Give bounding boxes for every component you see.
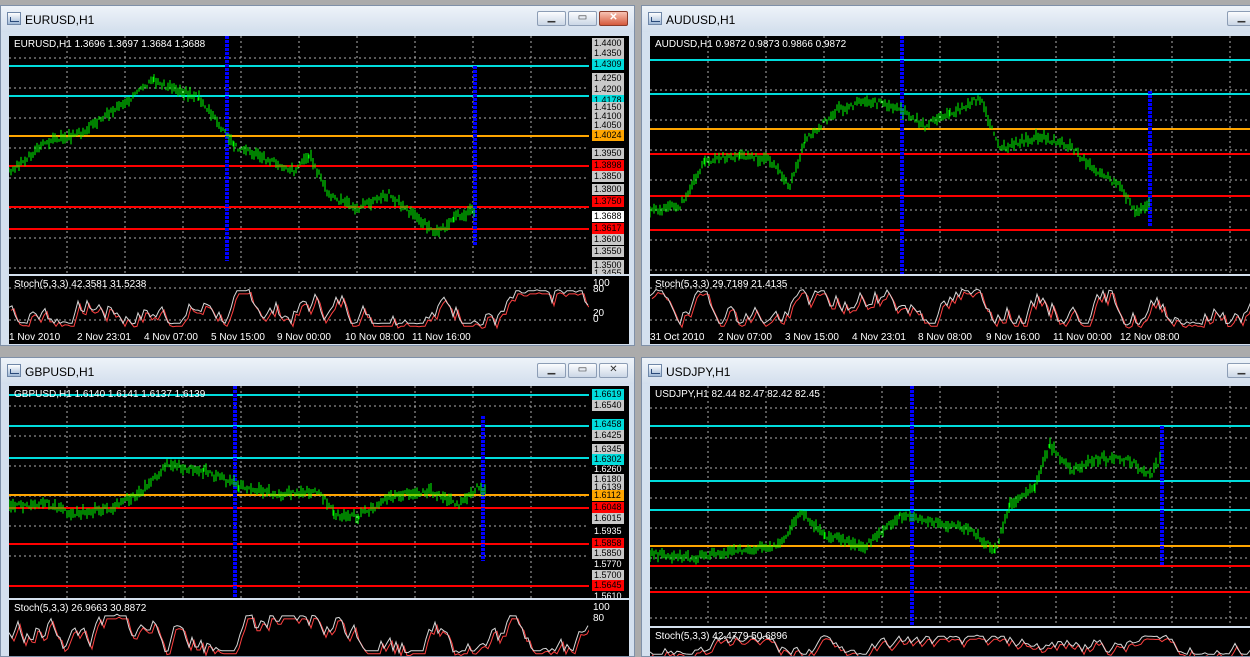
window-titlebar[interactable]: USDJPY,H1 ▁	[642, 358, 1250, 384]
price-level-label: 1.3950	[592, 148, 624, 159]
price-level-label: 1.4250	[592, 73, 624, 84]
time-label: 5 Nov 15:00	[211, 332, 265, 343]
time-axis: 31 Oct 2010 2 Nov 07:00 3 Nov 15:00 4 Nov 2…	[650, 330, 1250, 344]
time-label: 12 Nov 08:00	[1120, 332, 1180, 343]
time-label: 4 Nov 07:00	[144, 332, 198, 343]
price-level-label: 1.4024	[592, 130, 624, 141]
price-level-label: 1.6619	[592, 389, 624, 400]
minimize-button[interactable]: ▁	[1227, 363, 1250, 378]
window-titlebar[interactable]: EURUSD,H1 ▁ ▭ ✕	[1, 6, 634, 32]
time-label: 2 Nov 23:01	[77, 332, 131, 343]
stoch-signal-line	[10, 616, 589, 656]
chart-window-icon	[7, 12, 21, 25]
minimize-button[interactable]: ▁	[537, 11, 566, 26]
stoch-level-label: 0	[593, 314, 599, 325]
price-chart[interactable]: USDJPY,H1 82.44 82.47 82.42 82.45	[650, 386, 1250, 626]
chart-canvas	[9, 386, 589, 598]
chart-window-eurusd[interactable]: EURUSD,H1 ▁ ▭ ✕ EURUSD,H1 1.3696 1.3697 …	[0, 5, 635, 346]
window-title: USDJPY,H1	[666, 365, 731, 379]
quote-line: GBPUSD,H1 1.6140 1.6141 1.6137 1.6139	[14, 389, 206, 400]
close-button[interactable]: ✕	[599, 11, 628, 26]
indicator-line: Stoch(5,3,3) 42.3581 31.5238	[14, 279, 147, 290]
price-level-label: 1.6015	[592, 513, 624, 524]
time-label: 9 Nov 00:00	[277, 332, 331, 343]
indicator-line: Stoch(5,3,3) 42.4779 50.6896	[655, 631, 788, 642]
window-titlebar[interactable]: AUDUSD,H1 ▁	[642, 6, 1250, 32]
stochastic-panel[interactable]: Stoch(5,3,3) 29.7189 21.4135	[650, 276, 1250, 330]
stochastic-scale: 100 80	[589, 600, 629, 656]
time-label: 1 Nov 2010	[9, 332, 61, 343]
stoch-level-label: 80	[593, 613, 605, 624]
time-label: 9 Nov 16:00	[986, 332, 1040, 343]
price-chart[interactable]: EURUSD,H1 1.3696 1.3697 1.3684 1.3688	[9, 36, 589, 274]
price-level-label: 1.3617	[592, 223, 624, 234]
close-button[interactable]: ✕	[599, 363, 628, 378]
quote-line: USDJPY,H1 82.44 82.47 82.42 82.45	[655, 389, 820, 400]
time-label: 11 Nov 16:00	[412, 332, 471, 343]
stochastic-panel[interactable]: Stoch(5,3,3) 26.9663 30.8872	[9, 600, 589, 656]
stoch-level-label: 80	[593, 284, 605, 295]
price-level-label: 1.3600	[592, 234, 624, 245]
window-title: EURUSD,H1	[25, 13, 95, 27]
price-chart[interactable]: AUDUSD,H1 0.9872 0.9873 0.9866 0.9872	[650, 36, 1250, 274]
price-level-label: 1.6112	[592, 490, 624, 501]
quote-line: EURUSD,H1 1.3696 1.3697 1.3684 1.3688	[14, 39, 206, 50]
chart-window-icon	[7, 364, 21, 377]
price-level-label: 1.4350	[592, 48, 624, 59]
minimize-button[interactable]: ▁	[1227, 11, 1250, 26]
price-level-label: 1.3850	[592, 171, 624, 182]
price-level-label: 1.3688	[592, 211, 624, 222]
time-label: 2 Nov 07:00	[718, 332, 772, 343]
chart-canvas	[650, 36, 1250, 274]
stoch-signal-line	[10, 291, 589, 330]
window-titlebar[interactable]: GBPUSD,H1 ▁ ▭ ✕	[1, 358, 634, 384]
time-label: 8 Nov 08:00	[918, 332, 972, 343]
price-level-label: 1.5770	[594, 559, 622, 569]
quote-line: AUDUSD,H1 0.9872 0.9873 0.9866 0.9872	[655, 39, 847, 50]
minimize-button[interactable]: ▁	[537, 363, 566, 378]
price-level-label: 1.3750	[592, 196, 624, 207]
chart-canvas	[650, 386, 1250, 626]
price-level-label: 1.6425	[592, 430, 624, 441]
chart-canvas	[9, 36, 589, 274]
price-level-label: 1.4200	[592, 84, 624, 95]
indicator-line: Stoch(5,3,3) 29.7189 21.4135	[655, 279, 788, 290]
price-level-label: 1.6458	[592, 419, 624, 430]
price-level-label: 1.5850	[592, 548, 624, 559]
price-level-label: 1.5645	[592, 580, 624, 591]
price-level-label: 1.4309	[592, 59, 624, 70]
price-level-label: 1.6540	[592, 400, 624, 411]
time-label: 11 Nov 00:00	[1053, 332, 1112, 343]
price-level-label: 1.5935	[594, 526, 622, 536]
chart-window-icon	[648, 12, 662, 25]
price-level-label: 1.3898	[592, 160, 624, 171]
time-label: 10 Nov 08:00	[345, 332, 405, 343]
price-scale[interactable]: 1.4400 1.4350 1.4309 1.4250 1.4200 1.4178 1.41…	[589, 36, 629, 274]
time-axis: 1 Nov 2010 2 Nov 23:01 4 Nov 07:00 5 Nov 15…	[9, 330, 629, 344]
price-scale[interactable]: 1.6619 1.6540 1.6458 1.6425 1.6345 1.6302 1.62…	[589, 386, 629, 598]
stoch-level-label: 100	[593, 602, 610, 613]
maximize-button[interactable]: ▭	[568, 11, 597, 26]
time-label: 4 Nov 23:01	[852, 332, 906, 343]
stochastic-scale: 100 80 20 0	[589, 276, 629, 330]
stochastic-panel[interactable]: Stoch(5,3,3) 42.3581 31.5238	[9, 276, 589, 330]
maximize-button[interactable]: ▭	[568, 363, 597, 378]
price-level-label: 1.3455	[592, 268, 624, 274]
chart-window-icon	[648, 364, 662, 377]
price-level-label: 1.3550	[592, 246, 624, 257]
price-level-label: 1.5610	[594, 591, 622, 598]
chart-window-gbpusd[interactable]: GBPUSD,H1 ▁ ▭ ✕ GBPUSD,H1 1.6140 1.6141 …	[0, 357, 635, 657]
window-title: AUDUSD,H1	[666, 13, 736, 27]
time-label: 31 Oct 2010	[650, 332, 705, 343]
time-label: 3 Nov 15:00	[785, 332, 839, 343]
price-chart[interactable]: GBPUSD,H1 1.6140 1.6141 1.6137 1.6139	[9, 386, 589, 598]
stochastic-panel[interactable]: Stoch(5,3,3) 42.4779 50.6896	[650, 628, 1250, 656]
chart-window-usdjpy[interactable]: USDJPY,H1 ▁ USDJPY,H1 82.44 82.47 82.42 …	[641, 357, 1250, 657]
indicator-line: Stoch(5,3,3) 26.9663 30.8872	[14, 603, 147, 614]
window-title: GBPUSD,H1	[25, 365, 95, 379]
price-level-label: 1.6048	[592, 502, 624, 513]
chart-window-audusd[interactable]: AUDUSD,H1 ▁ AUDUSD,H1 0.9872 0.9873 0.98…	[641, 5, 1250, 346]
price-level-label: 1.3800	[592, 184, 624, 195]
